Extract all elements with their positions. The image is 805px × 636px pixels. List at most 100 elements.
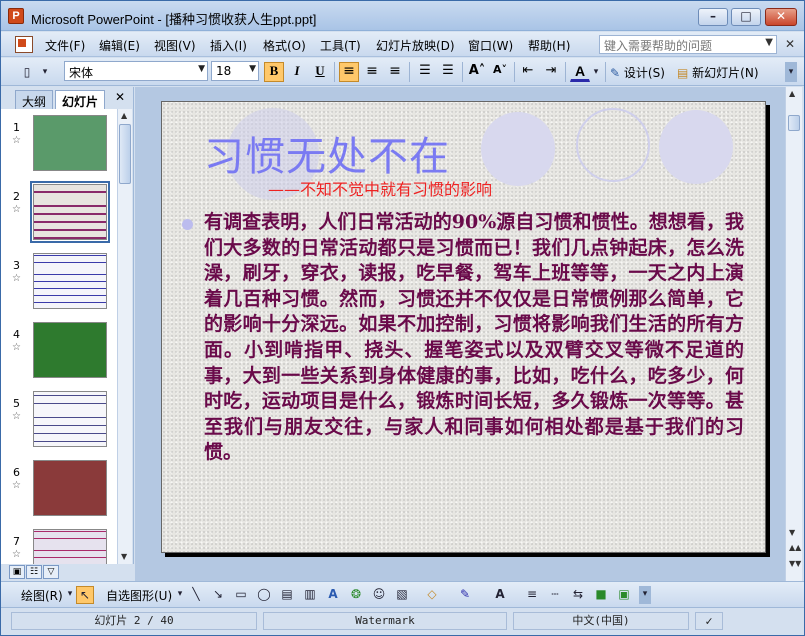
toolbar-separator bbox=[334, 62, 335, 82]
slide-subtitle[interactable]: ——不知不觉中就有习惯的影响 bbox=[268, 176, 492, 200]
drawing-toolbar: 绘图(R) ▾ ↖ 自选图形(U) ▾ ╲ ↘ ▭ ◯ ▤ ▥ A ❂ ☺ ▧ … bbox=[1, 581, 804, 607]
pane-close-icon[interactable]: ✕ bbox=[115, 90, 125, 104]
previous-slide-icon[interactable]: ▲▲ bbox=[789, 543, 801, 552]
drawing-toolbar-overflow-icon[interactable]: ▾ bbox=[639, 586, 651, 604]
design-template-name: Watermark bbox=[263, 612, 507, 630]
slide-thumbnail[interactable] bbox=[33, 460, 107, 516]
scroll-up-icon[interactable]: ▲ bbox=[121, 111, 127, 120]
toolbar-overflow-icon[interactable]: ▾ bbox=[785, 62, 797, 82]
slide-title[interactable]: 习惯无处不在 bbox=[204, 124, 450, 182]
bullets-icon[interactable]: ☰ bbox=[438, 62, 458, 82]
design-button[interactable]: ✎ 设计(S) bbox=[610, 64, 665, 81]
align-right-icon[interactable]: ≡ bbox=[385, 62, 405, 82]
toolbar-options-icon[interactable]: ▾ bbox=[39, 62, 51, 82]
decrease-font-icon[interactable]: A˅ bbox=[490, 62, 510, 82]
font-color-icon[interactable]: A bbox=[570, 62, 590, 82]
oval-icon[interactable]: ◯ bbox=[255, 586, 273, 604]
next-slide-icon[interactable]: ▼▼ bbox=[789, 559, 801, 568]
rectangle-icon[interactable]: ▭ bbox=[232, 586, 250, 604]
slide-body-text[interactable]: 有调查表明，人们日常活动的90%源自习惯和惯性。想想看，我们大多数的日常活动都只… bbox=[204, 210, 744, 466]
align-center-icon[interactable]: ≡ bbox=[362, 62, 382, 82]
normal-view-icon[interactable]: ▣ bbox=[9, 565, 25, 579]
line-icon[interactable]: ╲ bbox=[187, 586, 205, 604]
increase-indent-icon[interactable]: ⇥ bbox=[541, 62, 561, 82]
thumbnail-scrollbar[interactable]: ▲ ▼ bbox=[117, 109, 132, 564]
new-document-icon[interactable]: ▯ bbox=[17, 62, 37, 82]
font-color-dropdown-icon[interactable]: ▾ bbox=[591, 62, 601, 82]
picture-icon[interactable]: ▧ bbox=[393, 586, 411, 604]
increase-font-icon[interactable]: A˄ bbox=[467, 62, 487, 82]
close-button[interactable]: ✕ bbox=[765, 8, 797, 26]
dash-style-icon[interactable]: ┄ bbox=[546, 586, 564, 604]
line-style-icon[interactable]: ≡ bbox=[523, 586, 541, 604]
arrow-style-icon[interactable]: ⇆ bbox=[569, 586, 587, 604]
slide-scroll-thumb[interactable] bbox=[788, 115, 800, 131]
3d-style-icon[interactable]: ▣ bbox=[615, 586, 633, 604]
shadow-style-icon[interactable]: ■ bbox=[592, 586, 610, 604]
text-box-icon[interactable]: ▤ bbox=[278, 586, 296, 604]
decorative-circle bbox=[659, 110, 733, 184]
star-icon: ☆ bbox=[12, 549, 21, 560]
scroll-down-icon[interactable]: ▼ bbox=[121, 552, 127, 561]
italic-button[interactable]: I bbox=[287, 62, 307, 82]
help-search-input[interactable]: 键入需要帮助的问题 ▼ bbox=[599, 35, 777, 54]
current-slide[interactable]: 习惯无处不在 ——不知不觉中就有习惯的影响 有调查表明，人们日常活动的90%源自… bbox=[161, 101, 766, 553]
spell-check-icon[interactable]: ✓ bbox=[695, 612, 723, 630]
line-color-icon[interactable]: ✎ bbox=[456, 586, 474, 604]
scroll-down-icon[interactable]: ▼ bbox=[789, 528, 795, 537]
menu-view[interactable]: 视图(V) bbox=[154, 37, 196, 54]
menu-window[interactable]: 窗口(W) bbox=[468, 37, 513, 54]
slideshow-view-icon[interactable]: ▽ bbox=[43, 565, 59, 579]
font-color-icon[interactable]: A bbox=[491, 586, 509, 604]
powerpoint-app-icon[interactable]: P bbox=[8, 8, 24, 24]
menu-slideshow[interactable]: 幻灯片放映(D) bbox=[376, 37, 455, 54]
fill-color-icon[interactable]: ◇ bbox=[423, 586, 441, 604]
slide-thumbnail[interactable] bbox=[33, 391, 107, 447]
decrease-indent-icon[interactable]: ⇤ bbox=[518, 62, 538, 82]
align-left-icon[interactable]: ≡ bbox=[339, 62, 359, 82]
clip-art-icon[interactable]: ☺ bbox=[370, 586, 388, 604]
slide-sorter-view-icon[interactable]: ☷ bbox=[26, 565, 42, 579]
document-icon[interactable] bbox=[15, 36, 33, 53]
menu-help[interactable]: 帮助(H) bbox=[528, 37, 570, 54]
menu-tools[interactable]: 工具(T) bbox=[320, 37, 361, 54]
slide-thumbnail[interactable] bbox=[33, 322, 107, 378]
close-icon: ✕ bbox=[775, 9, 787, 23]
bold-button[interactable]: B bbox=[264, 62, 284, 82]
font-size-dropdown-icon: ▼ bbox=[249, 64, 256, 74]
select-pointer-icon[interactable]: ↖ bbox=[76, 586, 94, 604]
help-dropdown-icon[interactable]: ▼ bbox=[765, 37, 773, 48]
slide-scrollbar[interactable]: ▲ ▼ ▲▲ ▼▼ bbox=[785, 87, 802, 581]
menu-format[interactable]: 格式(O) bbox=[263, 37, 306, 54]
menu-file[interactable]: 文件(F) bbox=[45, 37, 85, 54]
font-name-select[interactable]: 宋体 ▼ bbox=[64, 61, 208, 81]
maximize-button[interactable]: □ bbox=[731, 8, 761, 26]
new-slide-button[interactable]: ▤ 新幻灯片(N) bbox=[677, 64, 759, 81]
slide-thumbnail[interactable] bbox=[33, 529, 107, 564]
scroll-up-icon[interactable]: ▲ bbox=[789, 89, 795, 98]
thumbnail-number: 2 bbox=[13, 190, 20, 203]
diagram-icon[interactable]: ❂ bbox=[347, 586, 365, 604]
numbering-icon[interactable]: ☰ bbox=[415, 62, 435, 82]
decorative-circle bbox=[481, 112, 555, 186]
menu-insert[interactable]: 插入(I) bbox=[210, 37, 247, 54]
decorative-circle bbox=[576, 108, 650, 182]
star-icon: ☆ bbox=[12, 273, 21, 284]
slide-thumbnail-selected[interactable] bbox=[30, 181, 110, 243]
new-slide-icon: ▤ bbox=[677, 66, 689, 80]
thumbnail-scroll-thumb[interactable] bbox=[119, 124, 131, 184]
tab-slides[interactable]: 幻灯片 bbox=[55, 90, 106, 109]
tab-outline[interactable]: 大纲 bbox=[15, 90, 54, 109]
font-size-select[interactable]: 18 ▼ bbox=[211, 61, 259, 81]
slide-thumbnail[interactable] bbox=[33, 115, 107, 171]
autoshapes-button[interactable]: 自选图形(U) bbox=[106, 587, 172, 604]
menu-edit[interactable]: 编辑(E) bbox=[99, 37, 140, 54]
document-close-icon[interactable]: ✕ bbox=[785, 37, 795, 51]
vertical-text-box-icon[interactable]: ▥ bbox=[301, 586, 319, 604]
arrow-icon[interactable]: ↘ bbox=[209, 586, 227, 604]
draw-menu-button[interactable]: 绘图(R) bbox=[21, 587, 63, 604]
minimize-button[interactable]: – bbox=[698, 8, 728, 26]
slide-thumbnail[interactable] bbox=[33, 253, 107, 309]
wordart-icon[interactable]: A bbox=[324, 586, 342, 604]
underline-button[interactable]: U bbox=[310, 62, 330, 82]
